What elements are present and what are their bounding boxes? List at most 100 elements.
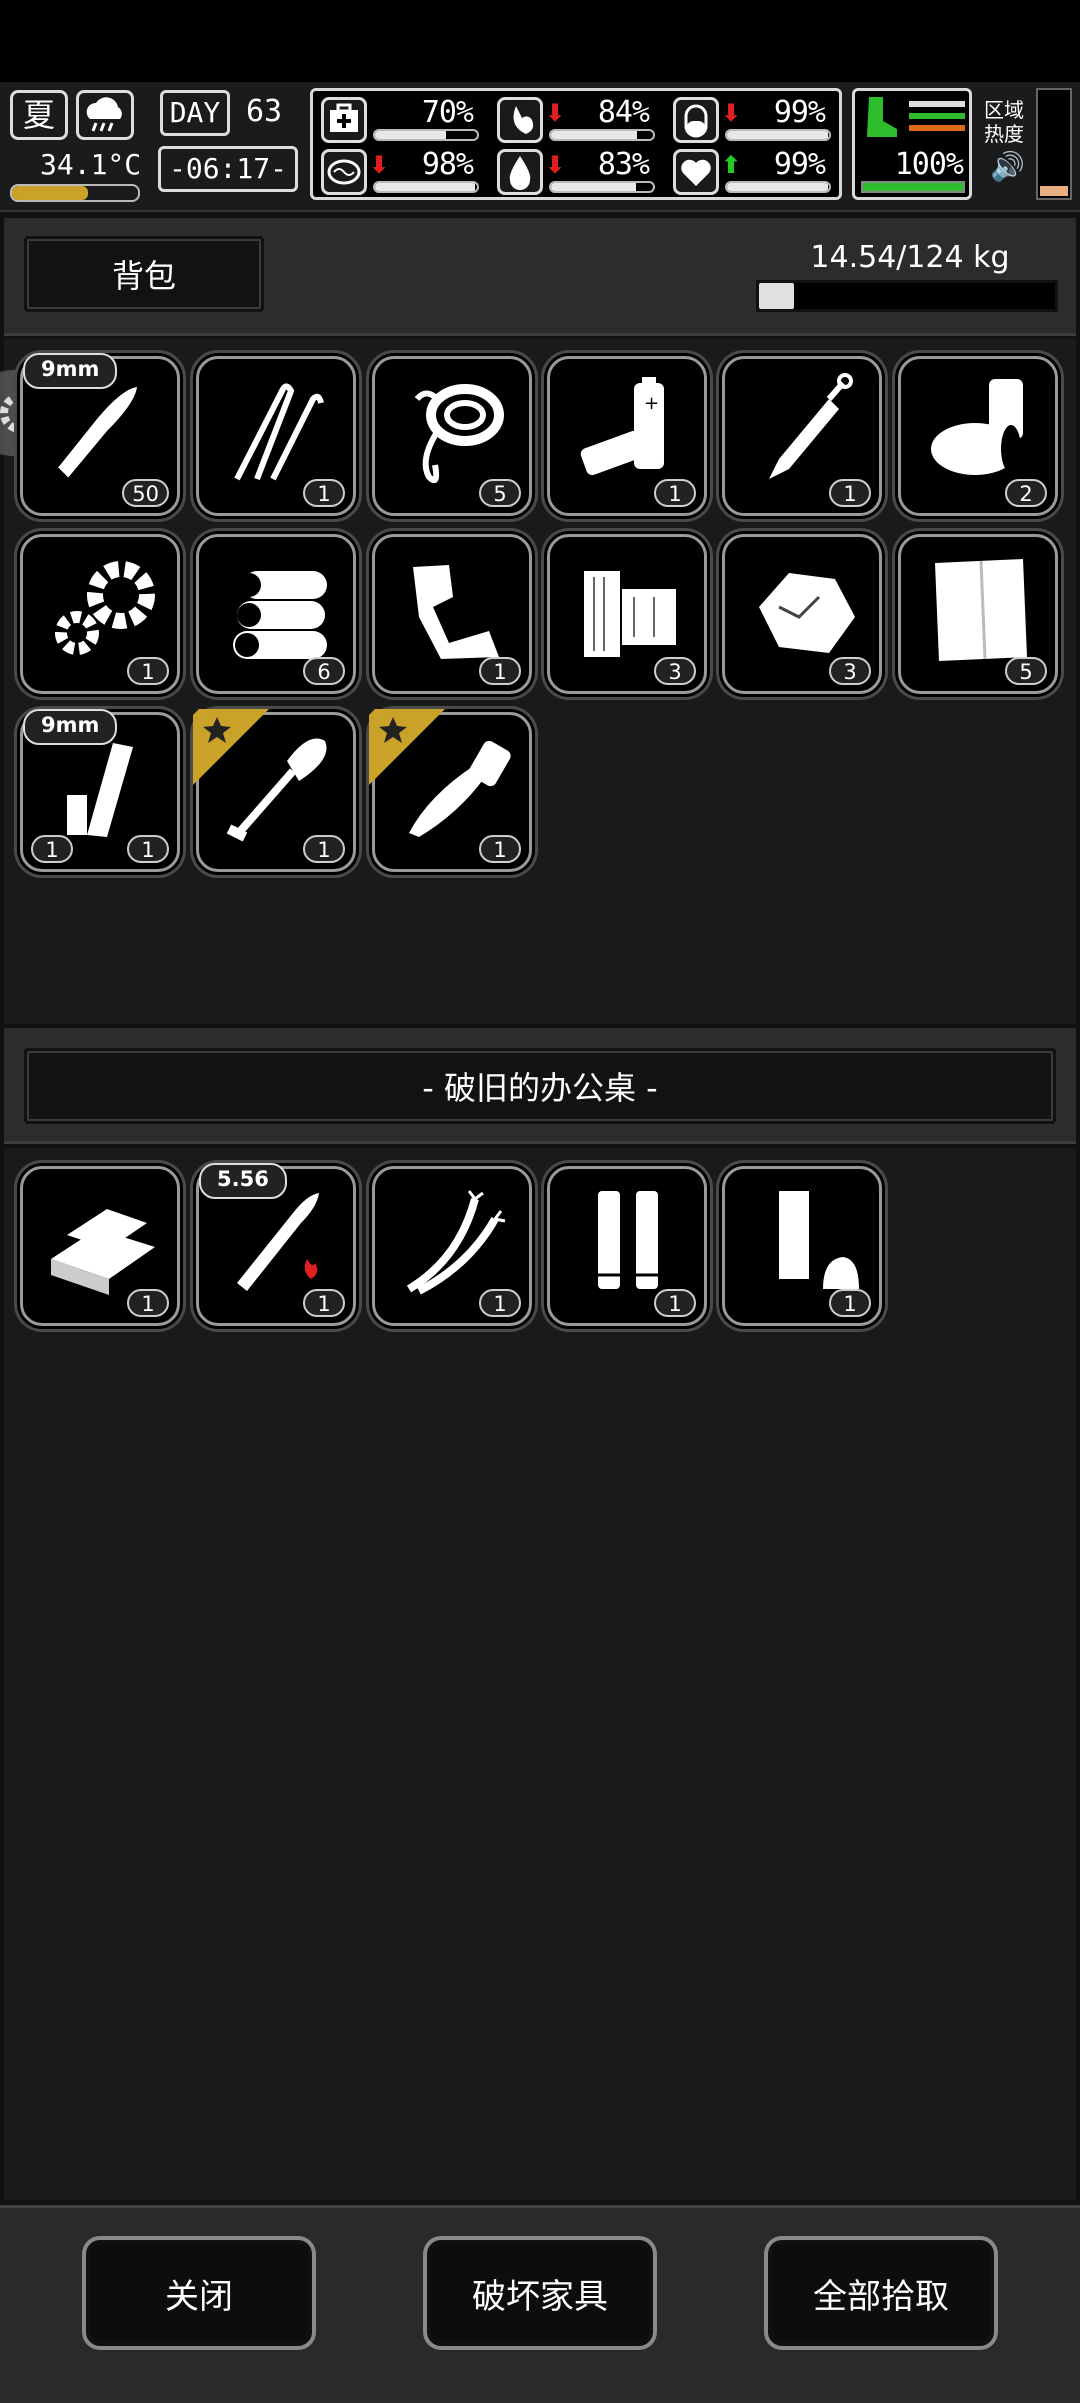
svg-text:+: + xyxy=(644,393,659,414)
zone-heat-label: 区域 热度 xyxy=(984,98,1024,146)
zone-label: 区域 xyxy=(984,98,1024,122)
heart-icon xyxy=(673,149,719,195)
stat-value-medicine: 99% xyxy=(773,95,826,130)
item-count: 1 xyxy=(479,835,521,863)
stat-value-thirst: 83% xyxy=(597,147,650,182)
clock-panel: DAY 63 -06:17- xyxy=(158,88,300,200)
stat-fill-4 xyxy=(551,183,636,191)
item-count: 1 xyxy=(127,835,169,863)
temperature-bar xyxy=(10,184,140,202)
item-count: 1 xyxy=(829,1289,871,1317)
stat-bar-mood xyxy=(725,181,831,193)
container-header: - 破旧的办公桌 - xyxy=(4,1028,1076,1144)
scrap-icon xyxy=(413,565,499,659)
item-count: 1 xyxy=(303,835,345,863)
item-count: 1 xyxy=(479,1289,521,1317)
backpack-slot-ore[interactable]: 3 xyxy=(722,534,882,694)
clock-time: -06:17- xyxy=(158,146,298,192)
stat-fill-0 xyxy=(375,131,447,139)
container-slot-wires[interactable]: 1 xyxy=(372,1166,532,1326)
rain-cloud-icon xyxy=(76,90,134,140)
item-count: 1 xyxy=(654,479,696,507)
backpack-slot-9mm-bullet[interactable]: 9mm 50 xyxy=(20,353,180,516)
backpack-slot-magazine[interactable]: 9mm 1 1 xyxy=(20,709,180,872)
water-drop-icon xyxy=(497,149,543,195)
stamina-bar xyxy=(861,181,965,193)
destroy-furniture-button[interactable]: 破坏家具 xyxy=(427,2240,653,2346)
container-slot-shell-casings[interactable]: 1 xyxy=(547,1166,707,1326)
ore-icon xyxy=(759,573,855,653)
backpack-slot-logs[interactable]: 6 xyxy=(196,534,356,694)
item-count: 1 xyxy=(127,657,169,685)
stamina-value: 100% xyxy=(894,147,964,182)
item-count: 1 xyxy=(479,657,521,685)
status-bar xyxy=(0,0,1080,82)
item-count: 3 xyxy=(654,657,696,685)
shell-casings-icon xyxy=(598,1191,658,1289)
rope-icon xyxy=(414,384,504,483)
backpack-slot-gears[interactable]: 1 xyxy=(20,534,180,694)
hud: 夏 34.1°C DAY 63 -06:17- 70% ⬇ 84% ⬇ 99% … xyxy=(0,82,1080,212)
caliber-badge: 9mm xyxy=(23,353,118,389)
container-slot-scrap-paper[interactable]: 1 xyxy=(722,1166,882,1326)
backpack-header: 背包 14.54/124 kg xyxy=(4,218,1076,336)
speaker-icon[interactable]: 🔊 xyxy=(990,150,1025,183)
planks-icon xyxy=(584,571,676,657)
cloth-icon xyxy=(935,559,1027,661)
battery-icon: + xyxy=(580,377,664,476)
weight-bar xyxy=(756,280,1058,312)
weight-bar-fill xyxy=(759,283,794,309)
stat-bar-thirst xyxy=(549,181,655,193)
day-number: 63 xyxy=(246,94,283,129)
item-count: 5 xyxy=(1005,657,1047,685)
paper-icon xyxy=(779,1191,859,1289)
medkit-icon xyxy=(321,97,367,143)
backpack-slot-lockpick[interactable]: 1 xyxy=(196,356,356,516)
backpack-slot-planks[interactable]: 3 xyxy=(547,534,707,694)
close-button[interactable]: 关闭 xyxy=(86,2240,312,2346)
backpack-slot-cloth[interactable]: 5 xyxy=(898,534,1058,694)
backpack-slot-tape[interactable]: 2 xyxy=(898,356,1058,516)
backpack-tab[interactable]: 背包 xyxy=(24,236,264,312)
backpack-slot-syringe[interactable]: 1 xyxy=(722,356,882,516)
stat-bar-health xyxy=(373,129,479,141)
temperature: 34.1°C xyxy=(40,148,142,181)
stat-value-hunger: 84% xyxy=(597,95,650,130)
brain-icon xyxy=(321,149,367,195)
backpack-slot-knife[interactable]: 1 xyxy=(369,709,532,872)
item-count: 2 xyxy=(1005,479,1047,507)
logs-icon xyxy=(233,571,327,659)
stat-bar-hunger xyxy=(549,129,655,141)
item-count: 1 xyxy=(303,1289,345,1317)
stat-value-health: 70% xyxy=(421,95,474,130)
container-slot-metal-bar[interactable]: 1 xyxy=(20,1166,180,1326)
stat-fill-3 xyxy=(375,183,475,191)
item-count: 1 xyxy=(127,1289,169,1317)
item-count: 5 xyxy=(479,479,521,507)
stomach-icon xyxy=(497,97,543,143)
item-count: 1 xyxy=(829,479,871,507)
backpack-slot-scrap[interactable]: 1 xyxy=(372,534,532,694)
item-count: 1 xyxy=(303,479,345,507)
item-count-secondary: 1 xyxy=(31,835,73,863)
pill-icon xyxy=(673,97,719,143)
stamina-panel: 100% xyxy=(852,88,972,200)
container-slot-rifle-round[interactable]: 5.56 1 xyxy=(196,1163,356,1326)
stat-bar-sanity xyxy=(373,181,479,193)
metal-bar-icon xyxy=(51,1209,155,1295)
caliber-badge: 9mm xyxy=(23,709,118,745)
day-label: DAY xyxy=(160,90,230,136)
lockpick-icon xyxy=(234,383,324,481)
backpack-slot-shovel[interactable]: 1 xyxy=(193,709,356,872)
take-all-button[interactable]: 全部拾取 xyxy=(768,2240,994,2346)
container-title: - 破旧的办公桌 - xyxy=(24,1048,1056,1124)
stat-value-mood: 99% xyxy=(773,147,826,182)
item-count: 6 xyxy=(303,657,345,685)
weight-label: 14.54/124 kg xyxy=(810,240,1010,275)
backpack-slot-batteries[interactable]: +1 xyxy=(547,356,707,516)
stat-fill-2 xyxy=(727,131,828,139)
stat-bar-medicine xyxy=(725,129,831,141)
backpack-slot-rope[interactable]: 5 xyxy=(372,356,532,516)
weather-panel: 夏 34.1°C xyxy=(10,88,154,204)
syringe-icon xyxy=(769,373,853,479)
